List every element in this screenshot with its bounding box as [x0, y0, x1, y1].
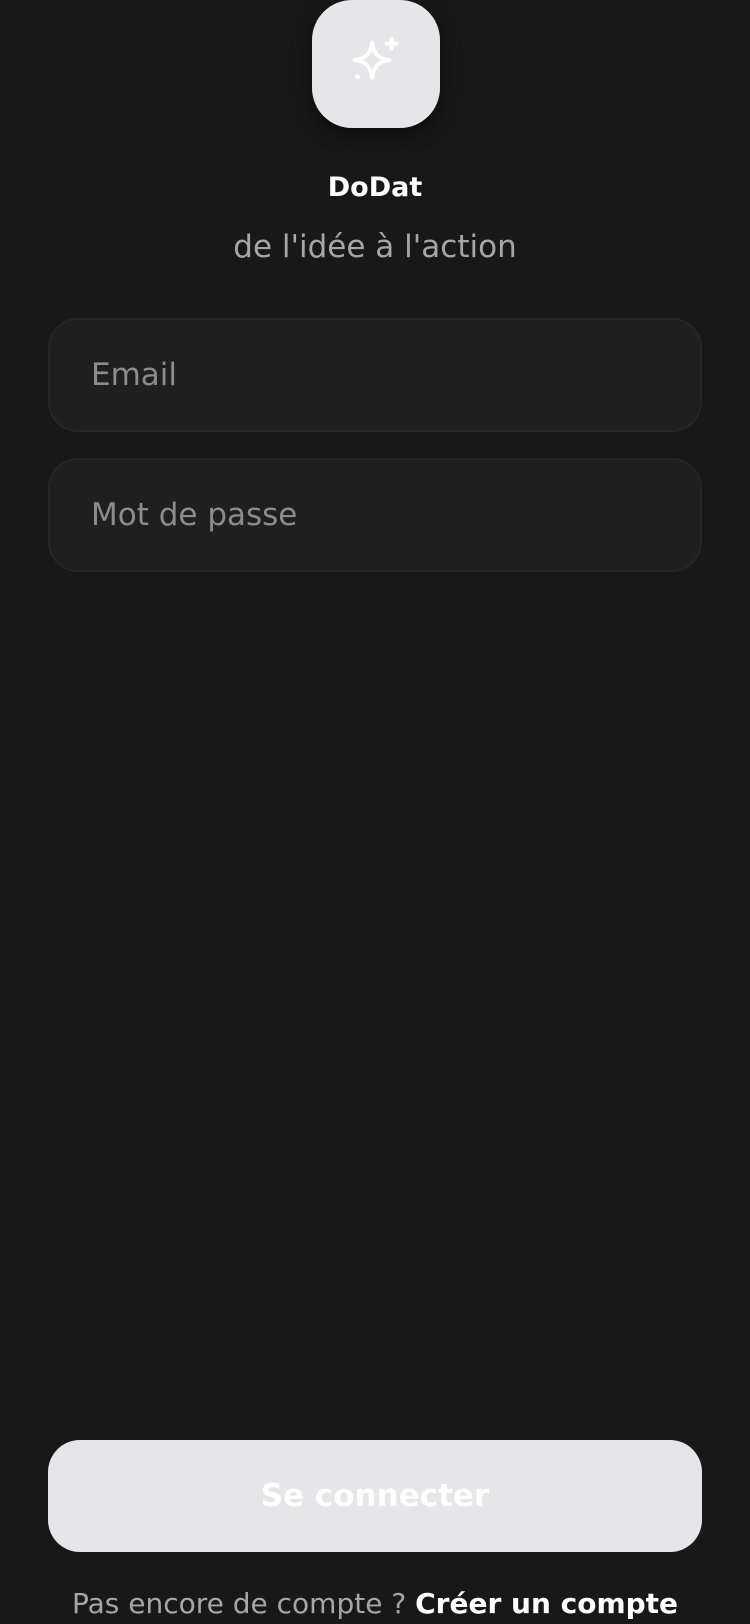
- signup-prompt: Pas encore de compte ?: [71, 1587, 407, 1620]
- email-field[interactable]: [50, 320, 700, 430]
- app-name: DoDat: [327, 172, 423, 203]
- app-logo: [312, 0, 440, 128]
- password-field-container: [48, 458, 702, 572]
- email-field-container: [48, 318, 702, 432]
- login-button[interactable]: Se connecter: [48, 1440, 702, 1552]
- app-tagline: de l'idée à l'action: [233, 229, 517, 265]
- signup-row: Pas encore de compte ? Créer un compte: [0, 1584, 750, 1624]
- create-account-link[interactable]: Créer un compte: [415, 1587, 678, 1620]
- password-field[interactable]: [50, 460, 700, 570]
- sparkles-icon: [352, 36, 399, 80]
